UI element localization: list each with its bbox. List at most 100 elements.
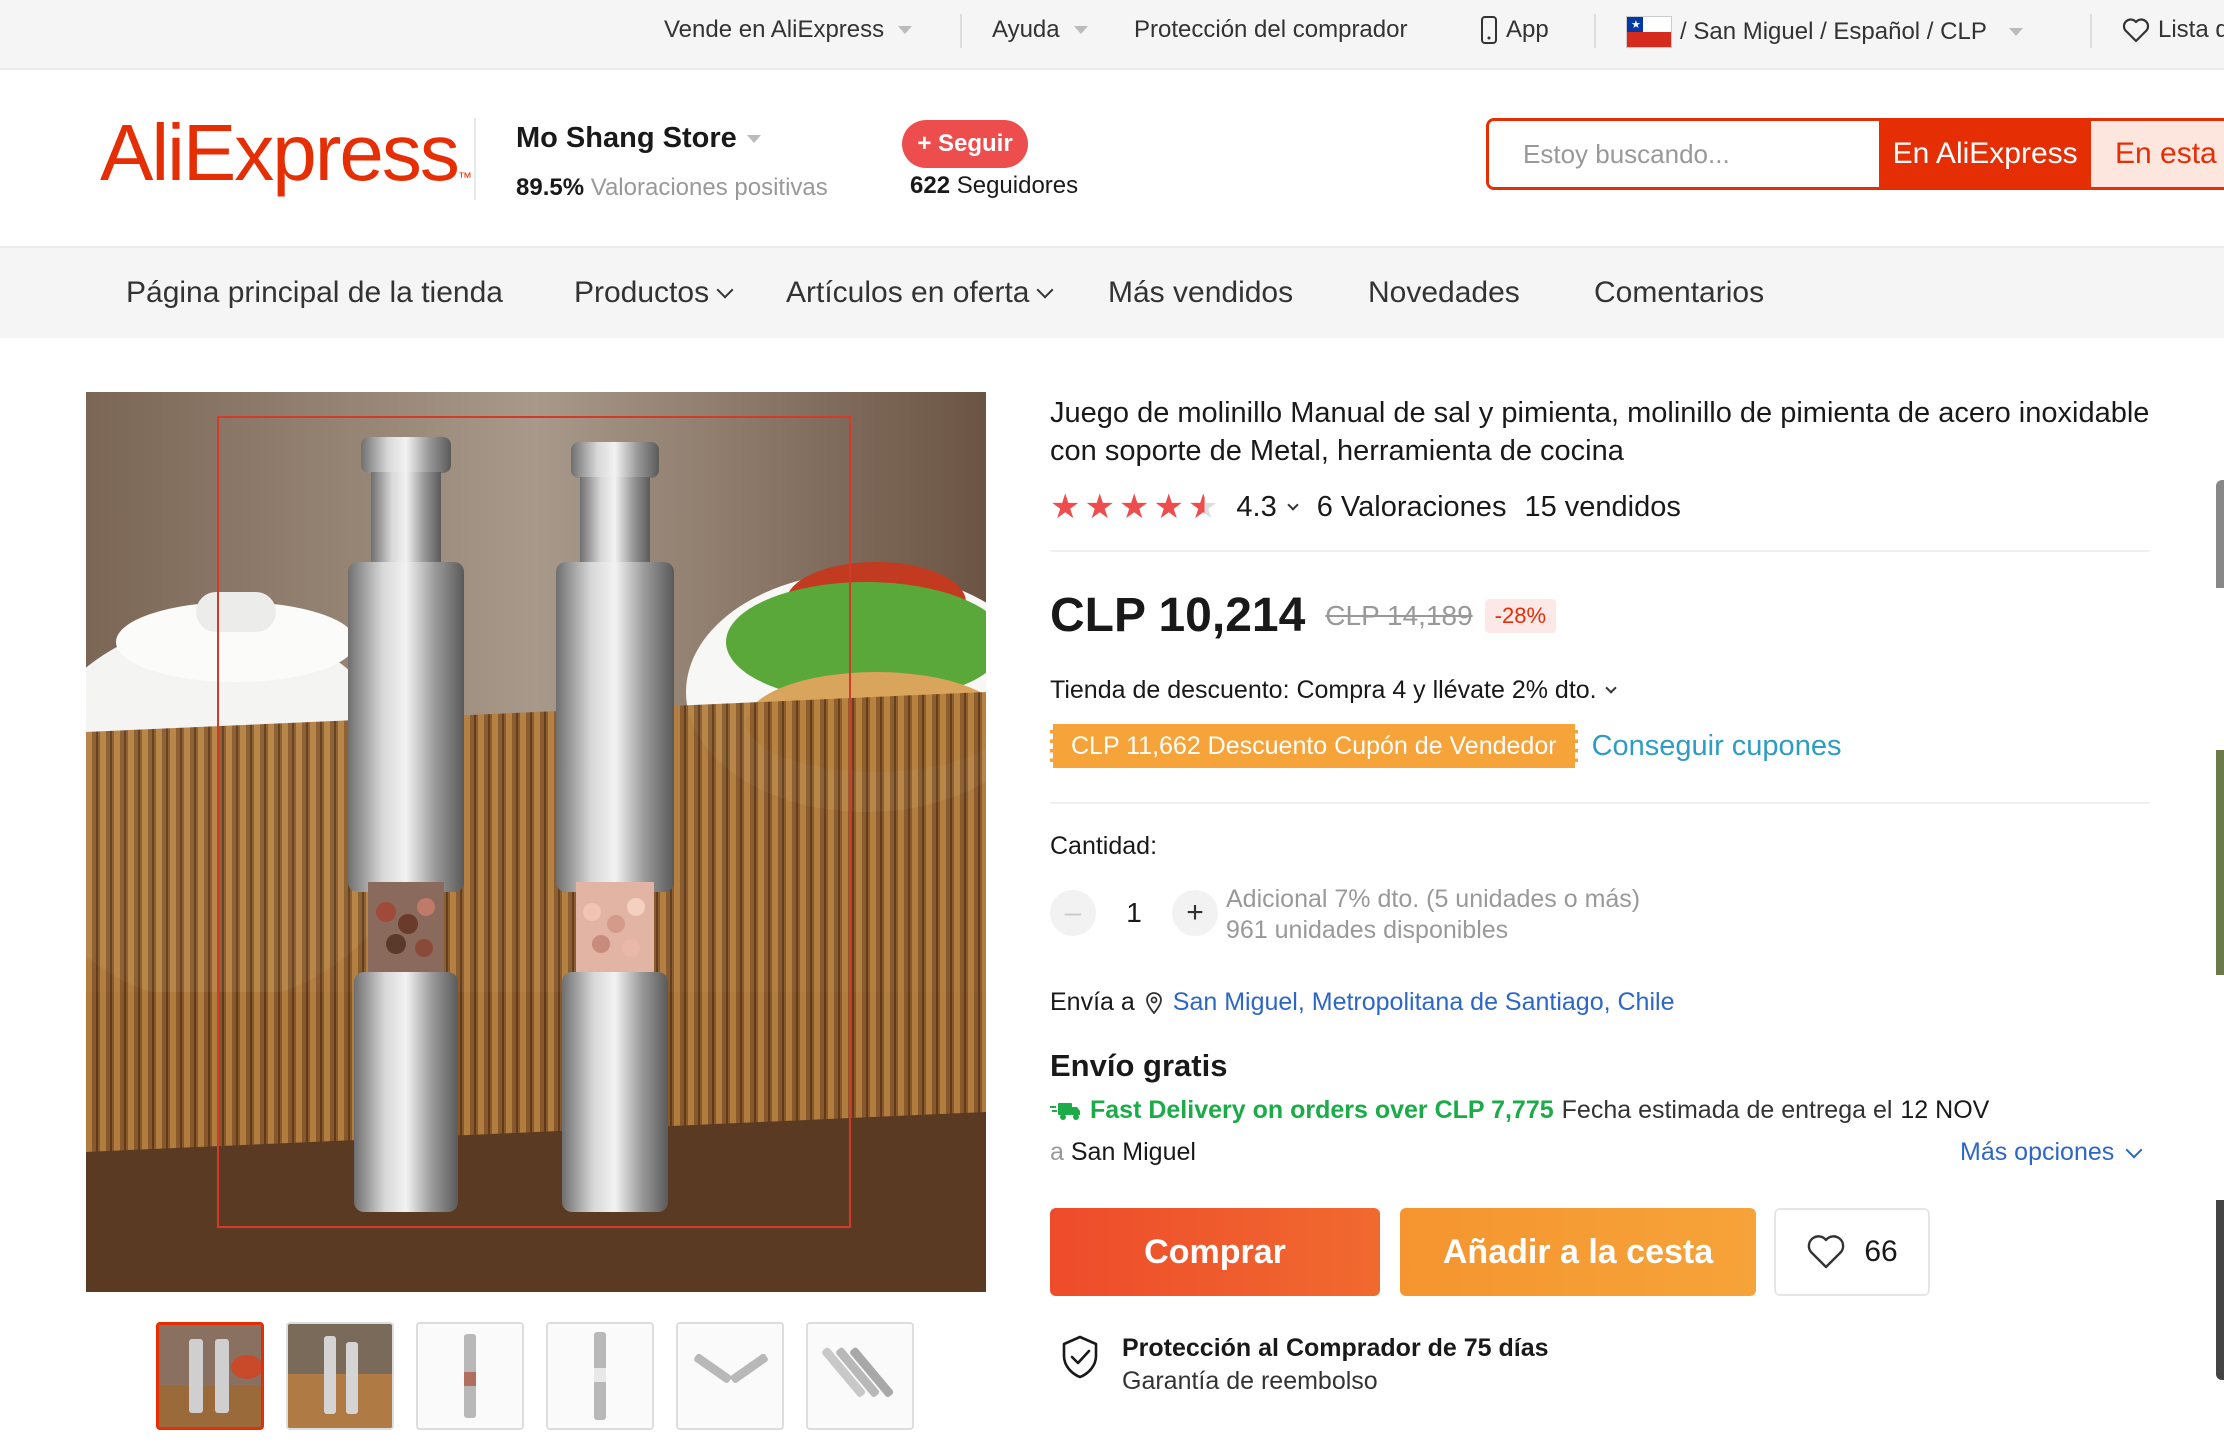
quantity-stepper: – 1 + [1050, 890, 1218, 936]
sell-label: Vende en AliExpress [664, 16, 885, 43]
store-discount[interactable]: Tienda de descuento: Compra 4 y llévate … [1050, 676, 1617, 705]
seller-coupon[interactable]: CLP 11,662 Descuento Cupón de Vendedor [1050, 724, 1578, 768]
add-to-cart-button[interactable]: Añadir a la cesta [1400, 1208, 1756, 1296]
ship-to-label: Envía a [1050, 988, 1135, 1016]
nav-reviews[interactable]: Comentarios [1594, 276, 1764, 310]
heart-icon [1808, 1235, 1845, 1269]
thumbnail-image [548, 1324, 652, 1428]
locale-label: / San Miguel / Español / CLP [1680, 18, 1987, 45]
store-discount-label: Tienda de descuento: Compra 4 y llévate … [1050, 676, 1597, 704]
search-bar: En AliExpress En esta tienda [1486, 118, 2224, 190]
divider [960, 14, 962, 48]
search-input[interactable] [1489, 121, 1880, 187]
chevron-down-icon [1036, 281, 1054, 299]
nav-store-home[interactable]: Página principal de la tienda [126, 276, 503, 310]
phone-icon [1481, 16, 1497, 44]
star-icon: ★ [1084, 488, 1115, 526]
thumbnail-image [159, 1325, 261, 1427]
increase-quantity-button[interactable]: + [1172, 890, 1218, 936]
wishlist-link[interactable]: Lista de Deseos [2122, 16, 2224, 44]
thumbnail-strip [156, 1322, 914, 1430]
buyer-protection-link[interactable]: Protección del comprador [1134, 16, 1407, 44]
shield-check-icon [1062, 1335, 1098, 1379]
sell-on-aliexpress-menu[interactable]: Vende en AliExpress [664, 16, 913, 44]
top-utility-bar: Vende en AliExpress Ayuda Protección del… [0, 0, 2224, 70]
thumbnail-image [418, 1324, 522, 1428]
buy-now-button[interactable]: Comprar [1050, 1208, 1380, 1296]
store-nav: Página principal de la tienda Productos … [0, 246, 2224, 338]
current-price: CLP 10,214 [1050, 589, 1306, 642]
thumbnail-1[interactable] [156, 1322, 264, 1430]
search-store-button[interactable]: En esta tienda [2091, 121, 2224, 187]
quantity-value[interactable]: 1 [1096, 897, 1172, 929]
thumbnail-6[interactable] [806, 1322, 914, 1430]
wishlist-count: 66 [1864, 1235, 1898, 1268]
thumbnail-2[interactable] [286, 1322, 394, 1430]
more-options-label: Más opciones [1960, 1138, 2115, 1166]
estimate-date: 12 NOV [1900, 1096, 1990, 1124]
nav-products[interactable]: Productos [574, 276, 734, 310]
app-label: App [1506, 16, 1549, 43]
more-shipping-options[interactable]: Más opciones [1960, 1138, 2143, 1167]
star-icon: ★ [1118, 488, 1150, 526]
thumbnail-3[interactable] [416, 1322, 524, 1430]
thumbnail-5[interactable] [676, 1322, 784, 1430]
chevron-down-icon [2125, 1141, 2143, 1158]
bulk-discount-text: Adicional 7% dto. (5 unidades o más) [1226, 885, 1641, 913]
stock-text: 961 unidades disponibles [1226, 916, 1509, 944]
buyer-protection-label: Protección del comprador [1134, 16, 1408, 43]
help-label: Ayuda [992, 16, 1060, 43]
caret-down-icon [2008, 28, 2023, 36]
star-icon: ★ [1153, 488, 1184, 526]
divider [2090, 14, 2092, 48]
quantity-info: Adicional 7% dto. (5 unidades o más) 961… [1226, 884, 1640, 946]
store-name-label: Mo Shang Store [516, 122, 737, 154]
locale-selector[interactable]: ★ / San Miguel / Español / CLP [1626, 16, 2023, 48]
help-menu[interactable]: Ayuda [992, 16, 1088, 44]
star-icon: ★ [1187, 488, 1219, 526]
rating-value[interactable]: 4.3 [1236, 491, 1276, 524]
thumbnail-image [288, 1324, 392, 1428]
ship-to-row: Envía a San Miguel, Metropolitana de San… [1050, 988, 1674, 1017]
thumbnail-4[interactable] [546, 1322, 654, 1430]
chevron-down-icon [716, 281, 734, 299]
coupon-row: CLP 11,662 Descuento Cupón de Vendedor C… [1050, 724, 1841, 768]
store-name[interactable]: Mo Shang Store [516, 122, 761, 155]
search-aliexpress-button[interactable]: En AliExpress [1879, 121, 2091, 187]
thumbnail-image [808, 1324, 912, 1428]
divider [1594, 14, 1596, 48]
get-coupons-link[interactable]: Conseguir cupones [1592, 730, 1842, 763]
heart-icon [2122, 18, 2150, 43]
rating-row: ★ ★ ★ ★ ★ 4.3 6 Valoraciones 15 vendidos [1050, 490, 1681, 524]
chevron-down-icon [1604, 682, 1617, 694]
divider [1050, 550, 2150, 552]
store-rating: 89.5% Valoraciones positivas [516, 174, 828, 202]
discount-badge: -28% [1484, 598, 1557, 633]
divider [1050, 802, 2150, 804]
aliexpress-logo[interactable]: AliExpress™ [100, 108, 472, 198]
fast-delivery-text: Fast Delivery on orders over CLP 7,775 [1090, 1096, 1554, 1124]
truck-icon [1050, 1102, 1080, 1120]
protection-title: Protección al Comprador de 75 días [1122, 1334, 1549, 1362]
follow-button[interactable]: + Seguir [902, 120, 1028, 168]
product-title: Juego de molinillo Manual de sal y pimie… [1050, 397, 2150, 467]
delivery-row: Fast Delivery on orders over CLP 7,775 F… [1050, 1096, 1989, 1125]
wishlist-label: Lista de Deseos [2158, 16, 2224, 43]
delivery-town-label: San Miguel [1070, 1138, 1196, 1166]
followers-number: 622 [910, 172, 951, 199]
nav-offers[interactable]: Artículos en oferta [786, 276, 1054, 310]
delivery-town: a San Miguel [1050, 1138, 1196, 1166]
nav-new[interactable]: Novedades [1368, 276, 1520, 310]
wishlist-button[interactable]: 66 [1774, 1208, 1930, 1296]
decrease-quantity-button[interactable]: – [1050, 890, 1096, 936]
app-link[interactable]: App [1480, 16, 1549, 44]
caret-down-icon [746, 134, 761, 143]
nav-bestsellers[interactable]: Más vendidos [1108, 276, 1293, 310]
quantity-label: Cantidad: [1050, 832, 1158, 860]
chevron-down-icon[interactable] [1287, 498, 1299, 511]
product-main-image[interactable] [86, 392, 986, 1292]
reviews-count[interactable]: 6 Valoraciones [1317, 491, 1507, 524]
side-recommendation-strip[interactable] [2216, 480, 2224, 1380]
divider [474, 118, 476, 200]
ship-location-link[interactable]: San Miguel, Metropolitana de Santiago, C… [1173, 988, 1675, 1017]
